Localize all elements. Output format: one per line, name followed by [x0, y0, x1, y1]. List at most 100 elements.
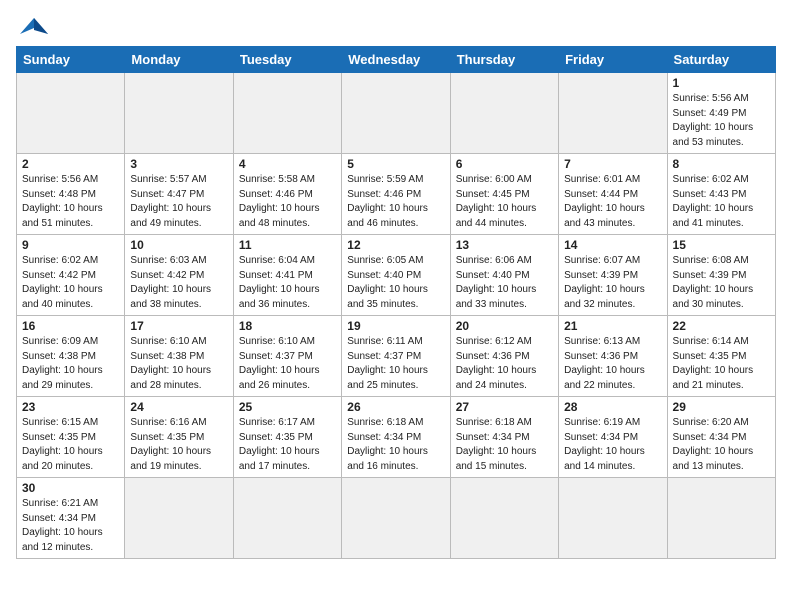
- day-cell: 9 Sunrise: 6:02 AM Sunset: 4:42 PM Daylig…: [17, 235, 125, 316]
- day-info: Sunrise: 6:18 AM Sunset: 4:34 PM Dayligh…: [456, 416, 553, 474]
- day-info: Sunrise: 6:01 AM Sunset: 4:44 PM Dayligh…: [564, 173, 661, 231]
- day-cell: 5Sunrise: 5:59 AM Sunset: 4:46 PM Daylig…: [342, 154, 450, 235]
- day-cell: 6 Sunrise: 6:00 AM Sunset: 4:45 PM Daylig…: [450, 154, 558, 235]
- day-number: 3: [130, 157, 227, 171]
- day-info: Sunrise: 6:21 AM Sunset: 4:34 PM Dayligh…: [22, 497, 119, 555]
- day-number: 27: [456, 400, 553, 414]
- day-cell: [233, 478, 341, 559]
- day-number: 7: [564, 157, 661, 171]
- day-cell: [125, 478, 233, 559]
- day-info: Sunrise: 6:09 AM Sunset: 4:38 PM Dayligh…: [22, 335, 119, 393]
- weekday-header-row: SundayMondayTuesdayWednesdayThursdayFrid…: [17, 47, 776, 73]
- day-info: Sunrise: 6:17 AM Sunset: 4:35 PM Dayligh…: [239, 416, 336, 474]
- day-cell: 12Sunrise: 6:05 AM Sunset: 4:40 PM Dayli…: [342, 235, 450, 316]
- day-number: 8: [673, 157, 770, 171]
- day-number: 24: [130, 400, 227, 414]
- day-cell: 10Sunrise: 6:03 AM Sunset: 4:42 PM Dayli…: [125, 235, 233, 316]
- day-cell: 14 Sunrise: 6:07 AM Sunset: 4:39 PM Dayli…: [559, 235, 667, 316]
- day-cell: [125, 73, 233, 154]
- week-row-4: 16 Sunrise: 6:09 AM Sunset: 4:38 PM Dayli…: [17, 316, 776, 397]
- day-number: 11: [239, 238, 336, 252]
- day-number: 6: [456, 157, 553, 171]
- day-info: Sunrise: 6:19 AM Sunset: 4:34 PM Dayligh…: [564, 416, 661, 474]
- weekday-header-saturday: Saturday: [667, 47, 775, 73]
- day-number: 16: [22, 319, 119, 333]
- day-number: 9: [22, 238, 119, 252]
- day-info: Sunrise: 6:04 AM Sunset: 4:41 PM Dayligh…: [239, 254, 336, 312]
- day-info: Sunrise: 6:10 AM Sunset: 4:38 PM Dayligh…: [130, 335, 227, 393]
- day-info: Sunrise: 6:03 AM Sunset: 4:42 PM Dayligh…: [130, 254, 227, 312]
- day-info: Sunrise: 6:00 AM Sunset: 4:45 PM Dayligh…: [456, 173, 553, 231]
- week-row-2: 2 Sunrise: 5:56 AM Sunset: 4:48 PM Daylig…: [17, 154, 776, 235]
- day-info: Sunrise: 6:05 AM Sunset: 4:40 PM Dayligh…: [347, 254, 444, 312]
- day-number: 2: [22, 157, 119, 171]
- day-number: 17: [130, 319, 227, 333]
- day-cell: 26Sunrise: 6:18 AM Sunset: 4:34 PM Dayli…: [342, 397, 450, 478]
- day-info: Sunrise: 6:11 AM Sunset: 4:37 PM Dayligh…: [347, 335, 444, 393]
- day-info: Sunrise: 6:10 AM Sunset: 4:37 PM Dayligh…: [239, 335, 336, 393]
- logo-bird-icon: [20, 16, 48, 38]
- day-cell: 17 Sunrise: 6:10 AM Sunset: 4:38 PM Dayli…: [125, 316, 233, 397]
- day-cell: [342, 73, 450, 154]
- day-cell: 3 Sunrise: 5:57 AM Sunset: 4:47 PM Daylig…: [125, 154, 233, 235]
- day-info: Sunrise: 6:07 AM Sunset: 4:39 PM Dayligh…: [564, 254, 661, 312]
- day-number: 14: [564, 238, 661, 252]
- weekday-header-thursday: Thursday: [450, 47, 558, 73]
- day-cell: 11 Sunrise: 6:04 AM Sunset: 4:41 PM Dayli…: [233, 235, 341, 316]
- day-info: Sunrise: 5:59 AM Sunset: 4:46 PM Dayligh…: [347, 173, 444, 231]
- day-number: 29: [673, 400, 770, 414]
- day-cell: 4Sunrise: 5:58 AM Sunset: 4:46 PM Daylig…: [233, 154, 341, 235]
- day-cell: 1Sunrise: 5:56 AM Sunset: 4:49 PM Daylig…: [667, 73, 775, 154]
- day-cell: [17, 73, 125, 154]
- day-info: Sunrise: 6:13 AM Sunset: 4:36 PM Dayligh…: [564, 335, 661, 393]
- day-cell: 2 Sunrise: 5:56 AM Sunset: 4:48 PM Daylig…: [17, 154, 125, 235]
- day-number: 15: [673, 238, 770, 252]
- day-info: Sunrise: 6:15 AM Sunset: 4:35 PM Dayligh…: [22, 416, 119, 474]
- day-info: Sunrise: 6:16 AM Sunset: 4:35 PM Dayligh…: [130, 416, 227, 474]
- day-info: Sunrise: 6:02 AM Sunset: 4:43 PM Dayligh…: [673, 173, 770, 231]
- day-number: 18: [239, 319, 336, 333]
- day-cell: 8 Sunrise: 6:02 AM Sunset: 4:43 PM Daylig…: [667, 154, 775, 235]
- weekday-header-tuesday: Tuesday: [233, 47, 341, 73]
- day-info: Sunrise: 5:56 AM Sunset: 4:49 PM Dayligh…: [673, 92, 770, 150]
- day-number: 23: [22, 400, 119, 414]
- day-cell: 18 Sunrise: 6:10 AM Sunset: 4:37 PM Dayli…: [233, 316, 341, 397]
- day-info: Sunrise: 5:57 AM Sunset: 4:47 PM Dayligh…: [130, 173, 227, 231]
- weekday-header-wednesday: Wednesday: [342, 47, 450, 73]
- day-cell: [559, 478, 667, 559]
- day-number: 25: [239, 400, 336, 414]
- week-row-3: 9 Sunrise: 6:02 AM Sunset: 4:42 PM Daylig…: [17, 235, 776, 316]
- day-cell: 25 Sunrise: 6:17 AM Sunset: 4:35 PM Dayli…: [233, 397, 341, 478]
- day-cell: 22 Sunrise: 6:14 AM Sunset: 4:35 PM Dayli…: [667, 316, 775, 397]
- day-info: Sunrise: 6:20 AM Sunset: 4:34 PM Dayligh…: [673, 416, 770, 474]
- day-cell: 16 Sunrise: 6:09 AM Sunset: 4:38 PM Dayli…: [17, 316, 125, 397]
- day-cell: 28 Sunrise: 6:19 AM Sunset: 4:34 PM Dayli…: [559, 397, 667, 478]
- logo: [16, 16, 48, 38]
- day-number: 28: [564, 400, 661, 414]
- weekday-header-sunday: Sunday: [17, 47, 125, 73]
- day-info: Sunrise: 6:14 AM Sunset: 4:35 PM Dayligh…: [673, 335, 770, 393]
- weekday-header-monday: Monday: [125, 47, 233, 73]
- day-cell: [450, 73, 558, 154]
- day-info: Sunrise: 5:56 AM Sunset: 4:48 PM Dayligh…: [22, 173, 119, 231]
- day-number: 13: [456, 238, 553, 252]
- day-number: 22: [673, 319, 770, 333]
- day-cell: [559, 73, 667, 154]
- day-cell: 7 Sunrise: 6:01 AM Sunset: 4:44 PM Daylig…: [559, 154, 667, 235]
- day-info: Sunrise: 6:02 AM Sunset: 4:42 PM Dayligh…: [22, 254, 119, 312]
- day-cell: [233, 73, 341, 154]
- day-info: Sunrise: 6:12 AM Sunset: 4:36 PM Dayligh…: [456, 335, 553, 393]
- day-number: 26: [347, 400, 444, 414]
- day-number: 30: [22, 481, 119, 495]
- weekday-header-friday: Friday: [559, 47, 667, 73]
- day-cell: 13 Sunrise: 6:06 AM Sunset: 4:40 PM Dayli…: [450, 235, 558, 316]
- day-cell: [450, 478, 558, 559]
- calendar-table: SundayMondayTuesdayWednesdayThursdayFrid…: [16, 46, 776, 559]
- week-row-5: 23 Sunrise: 6:15 AM Sunset: 4:35 PM Dayli…: [17, 397, 776, 478]
- day-number: 4: [239, 157, 336, 171]
- day-info: Sunrise: 6:06 AM Sunset: 4:40 PM Dayligh…: [456, 254, 553, 312]
- calendar-page: SundayMondayTuesdayWednesdayThursdayFrid…: [0, 0, 792, 569]
- week-row-6: 30 Sunrise: 6:21 AM Sunset: 4:34 PM Dayli…: [17, 478, 776, 559]
- day-cell: 29 Sunrise: 6:20 AM Sunset: 4:34 PM Dayli…: [667, 397, 775, 478]
- day-cell: 27 Sunrise: 6:18 AM Sunset: 4:34 PM Dayli…: [450, 397, 558, 478]
